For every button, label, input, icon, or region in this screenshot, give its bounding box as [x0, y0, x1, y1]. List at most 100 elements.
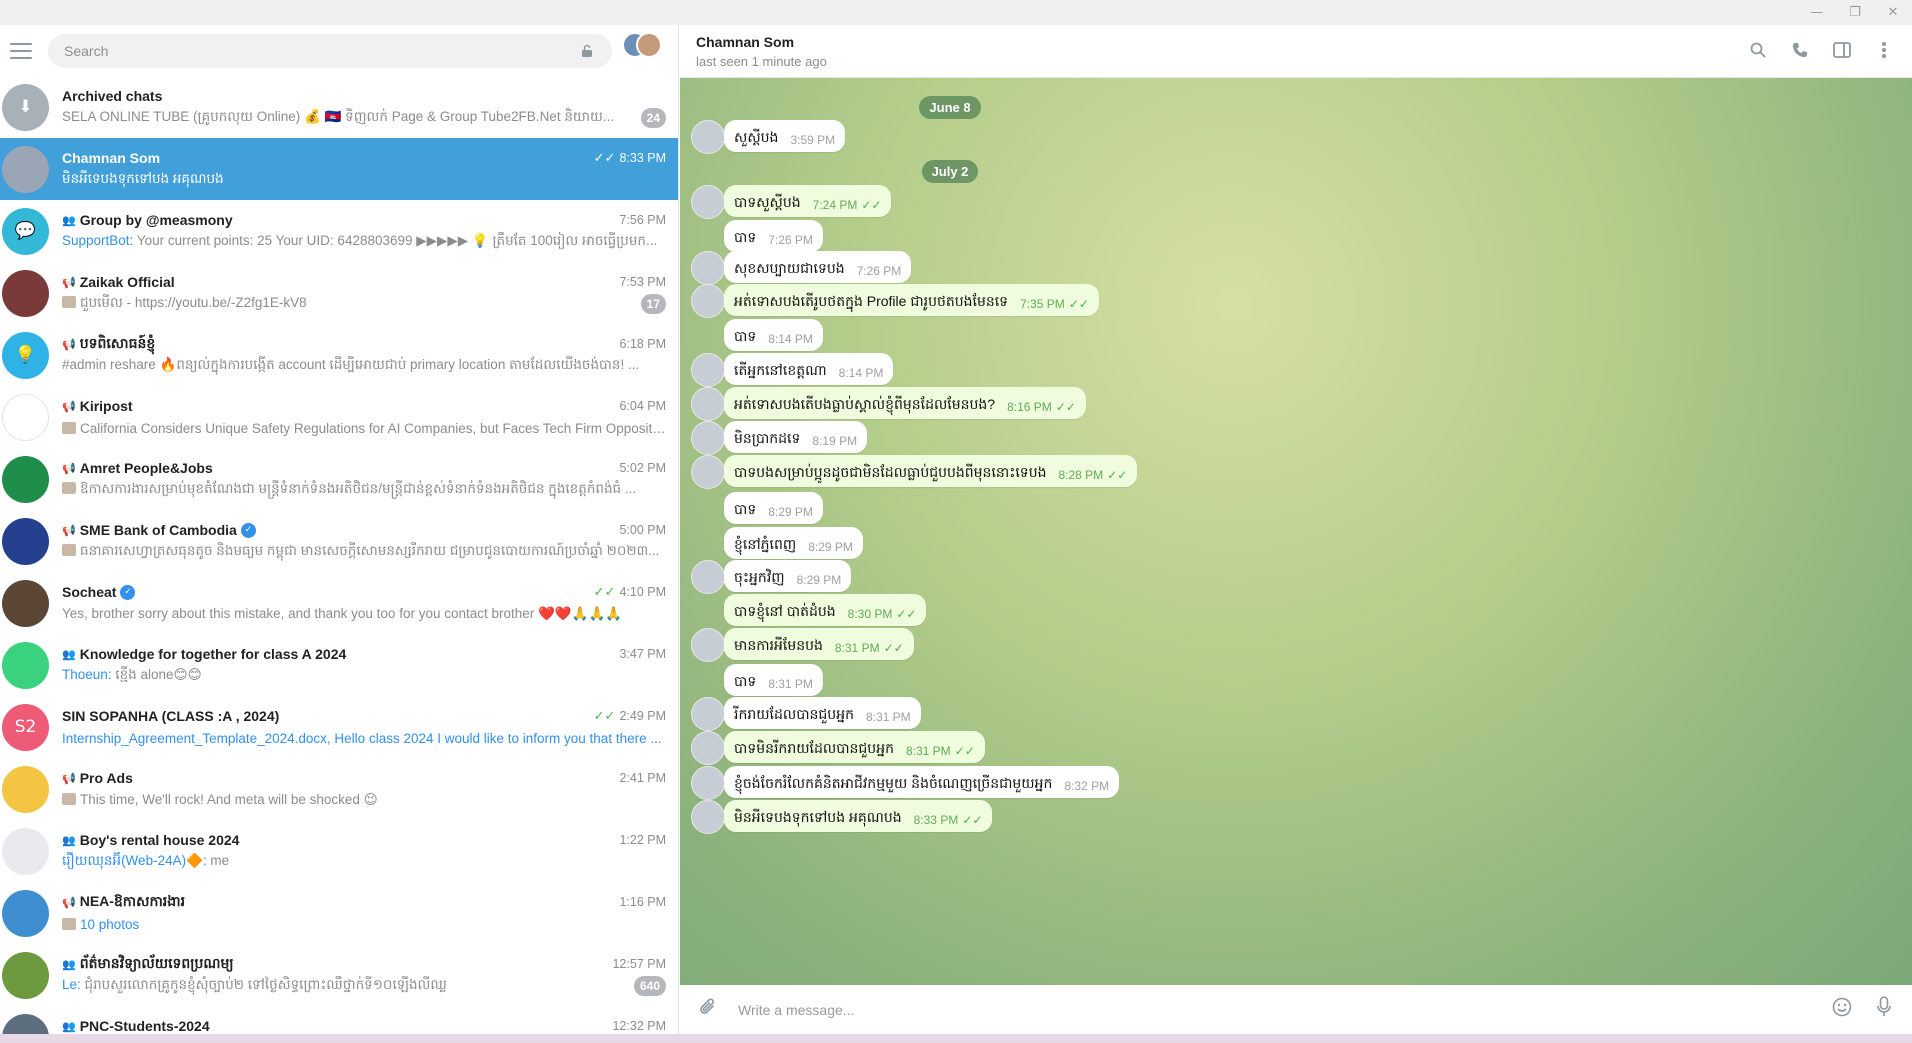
message-input[interactable]: [738, 1001, 1830, 1018]
message-avatar[interactable]: [691, 284, 725, 318]
message-avatar[interactable]: [691, 800, 725, 834]
message[interactable]: បាទសួស្ដីបង 7:24 PM ✓✓: [724, 185, 892, 217]
read-check-icon: ✓✓: [593, 150, 616, 166]
message[interactable]: បាទ 8:31 PM: [724, 664, 823, 696]
chat-item[interactable]: 💬 👥 Group by @measmony 7:56 PM SupportBot: Y…: [0, 200, 678, 262]
taskbar-strip: [0, 1034, 1912, 1043]
message-avatar[interactable]: [691, 731, 725, 765]
chat-header[interactable]: Chamnan Som last seen 1 minute ago: [680, 25, 1912, 78]
channel-icon: 📢: [62, 523, 76, 537]
minimize-icon[interactable]: —: [1798, 0, 1836, 25]
microphone-icon[interactable]: [1872, 996, 1896, 1023]
message[interactable]: សុខសប្បាយជាទេបង 7:26 PM: [724, 251, 912, 283]
message-text: បាទខ្ញុំនៅ បាត់ដំបង: [734, 603, 836, 619]
close-icon[interactable]: ✕: [1874, 0, 1912, 25]
search-input[interactable]: [64, 42, 580, 59]
chat-item[interactable]: 📢 Kiripost 6:04 PM California Considers Uni…: [0, 386, 678, 448]
channel-icon: 📢: [62, 461, 76, 475]
chat-name-text: បទពិសោធន៍ខ្ញុំ: [79, 334, 156, 351]
chat-item[interactable]: 📢 NEA-ឱកាសការងារ 1:16 PM 10 photos: [0, 882, 678, 944]
chat-preview: Le: ជុំរាបសួរលោកគ្រូ​កូនខ្ញុំសុំច្បាប់២ …: [62, 976, 626, 996]
chat-item[interactable]: 👥 ព័ត៌មានវិទ្យាល័យទេពប្រណម្យ 12:57 PM Le: ជ…: [0, 944, 678, 1006]
chat-name: Socheat ✓: [62, 584, 594, 600]
message-time-text: 8:31 PM: [768, 677, 813, 691]
search-icon[interactable]: [1748, 39, 1768, 61]
chat-time: 6:04 PM: [619, 399, 666, 413]
message-avatar[interactable]: [691, 628, 725, 662]
chat-item[interactable]: 📢 Amret People&Jobs 5:02 PM ឱកាសការងារសម្រា…: [0, 448, 678, 510]
archived-chats[interactable]: ⬇ Archived chats SELA ONLINE TUBE (គ្រូបកល…: [0, 76, 678, 138]
message[interactable]: បាទ 7:26 PM: [724, 220, 823, 252]
chat-time-text: 2:41 PM: [619, 771, 666, 785]
message[interactable]: មានការអីមែនបង 8:31 PM ✓✓: [724, 628, 914, 660]
message-time: 8:31 PM: [866, 710, 911, 724]
chat-name: 📢 Pro Ads: [62, 770, 619, 786]
accounts-switcher[interactable]: [622, 32, 664, 58]
message[interactable]: ចុះអ្នកវិញ 8:29 PM: [724, 560, 852, 592]
peer-status: last seen 1 minute ago: [696, 53, 827, 69]
message-text: បាទសួស្ដីបង: [734, 194, 801, 210]
message[interactable]: បាទបងសម្រាប់ប្អូនដូចជាមិនដែលធ្លាប់ជួបបងព…: [724, 455, 1138, 487]
message[interactable]: បាទ 8:14 PM: [724, 319, 823, 351]
message-avatar[interactable]: [691, 421, 725, 455]
chat-item[interactable]: 👥 Knowledge for together for class A 2024…: [0, 634, 678, 696]
message-avatar[interactable]: [691, 251, 725, 285]
preview-thumbnail: [62, 793, 76, 805]
incoming-bubble: សុខសប្បាយជាទេបង 7:26 PM: [724, 251, 912, 283]
message-avatar[interactable]: [691, 560, 725, 594]
chat-item[interactable]: 👥 Boy's rental house 2024 1:22 PM រឿយឈុនអ៊ី…: [0, 820, 678, 882]
message[interactable]: បាទខ្ញុំនៅ បាត់ដំបង 8:30 PM ✓✓: [724, 594, 927, 626]
chat-item[interactable]: 👥 PNC-Students-2024 12:32 PM: [0, 1006, 678, 1034]
message[interactable]: រីករាយដែលបានជួបអ្នក 8:31 PM: [724, 697, 921, 729]
message-avatar[interactable]: [691, 766, 725, 800]
chat-time: 5:02 PM: [619, 461, 666, 475]
attach-icon[interactable]: [696, 997, 720, 1022]
chat-preview: ធនាគារសេហ្វាត្រសធុនតូច និងមធ្យម កម្ពុជា …: [62, 542, 666, 562]
chat-item[interactable]: S2 SIN SOPANHA (CLASS :A , 2024) ✓✓ 2:49 PM…: [0, 696, 678, 758]
message-avatar[interactable]: [691, 120, 725, 154]
chat-item[interactable]: 📢 Pro Ads 2:41 PM This time, We'll rock! An…: [0, 758, 678, 820]
message[interactable]: មិនប្រាកដទេ 8:19 PM: [724, 421, 868, 453]
chat-avatar: S2: [2, 703, 49, 751]
sidebar-toggle-icon[interactable]: [1832, 39, 1852, 61]
message[interactable]: បាទមិនរីករាយដែលបានជួបអ្នក 8:31 PM ✓✓: [724, 731, 985, 763]
hamburger-menu-icon[interactable]: [10, 42, 32, 59]
message[interactable]: បាទ 8:29 PM: [724, 492, 823, 524]
message[interactable]: អត់ទោសបងតើបងធ្លាប់ស្គាល់ខ្ញុំពីមុនដែលមែន…: [724, 387, 1086, 419]
message-time-text: 7:35 PM: [1020, 297, 1065, 311]
restore-icon[interactable]: ❐: [1836, 0, 1874, 25]
message-avatar[interactable]: [691, 185, 725, 219]
chat-item[interactable]: Socheat ✓ ✓✓ 4:10 PM Yes, brother sorry abou…: [0, 572, 678, 634]
chat-preview: រឿយឈុនអ៊ី(Web-24A)🔶: me: [62, 852, 666, 872]
message[interactable]: ខ្ញុំនៅភ្នំពេញ 8:29 PM: [724, 527, 863, 559]
message[interactable]: ខ្ញុំចង់ចែករំលែកគំនិតអាជីវកម្មមួយ និងចំណ…: [724, 766, 1120, 798]
chat-time-text: 7:56 PM: [619, 213, 666, 227]
message[interactable]: អត់ទោសបងតើរូបថតក្នុង Profile ជារូបថតបងមែ…: [724, 284, 1099, 316]
more-options-icon[interactable]: [1874, 39, 1894, 61]
chat-item[interactable]: 📢 Zaikak Official 7:53 PM ជួបមើល - https://…: [0, 262, 678, 324]
message[interactable]: សួស្ដីបង 3:59 PM: [724, 120, 846, 152]
lock-icon[interactable]: [580, 44, 594, 58]
emoji-icon[interactable]: [1830, 997, 1854, 1022]
chat-item[interactable]: 📢 SME Bank of Cambodia ✓ 5:00 PM ធនាគារសេហ្វ…: [0, 510, 678, 572]
chat-item[interactable]: 💡 📢 បទពិសោធន៍ខ្ញុំ 6:18 PM #admin reshare 🔥ព…: [0, 324, 678, 386]
message[interactable]: តើអ្នកនៅខេត្តណា 8:14 PM: [724, 353, 894, 385]
chat-name: 📢 Amret People&Jobs: [62, 460, 619, 476]
chat-item[interactable]: Chamnan Som ✓✓ 8:33 PM មិនអីទេបងទុកទៅបង អគុ…: [0, 138, 678, 200]
preview-text: California Considers Unique Safety Regul…: [80, 420, 666, 436]
chat-time-text: 4:10 PM: [619, 585, 666, 599]
message-time-text: 8:14 PM: [838, 366, 884, 380]
message-avatar[interactable]: [691, 697, 725, 731]
message-time: 8:19 PM: [812, 434, 857, 448]
message-history[interactable]: June 8 July 2 សួស្ដីបង 3:59 PM បាទសួស្ដីបង 7:…: [680, 78, 1912, 985]
chat-name: 📢 បទពិសោធន៍ខ្ញុំ: [62, 334, 619, 355]
message[interactable]: មិនអីទេបងទុកទៅបង អគុណបង 8:33 PM ✓✓: [724, 800, 993, 832]
message-avatar[interactable]: [691, 387, 725, 421]
chat-item-body: 👥 Group by @measmony 7:56 PM SupportBot: Yo…: [62, 209, 678, 253]
chat-item-body: 📢 SME Bank of Cambodia ✓ 5:00 PM ធនាគារសេហ្វ…: [62, 519, 678, 563]
message-avatar[interactable]: [691, 353, 725, 387]
double-check-icon: ✓✓: [1055, 400, 1076, 414]
chat-time: 3:47 PM: [619, 647, 666, 661]
phone-call-icon[interactable]: [1790, 39, 1810, 61]
message-avatar[interactable]: [691, 455, 725, 489]
